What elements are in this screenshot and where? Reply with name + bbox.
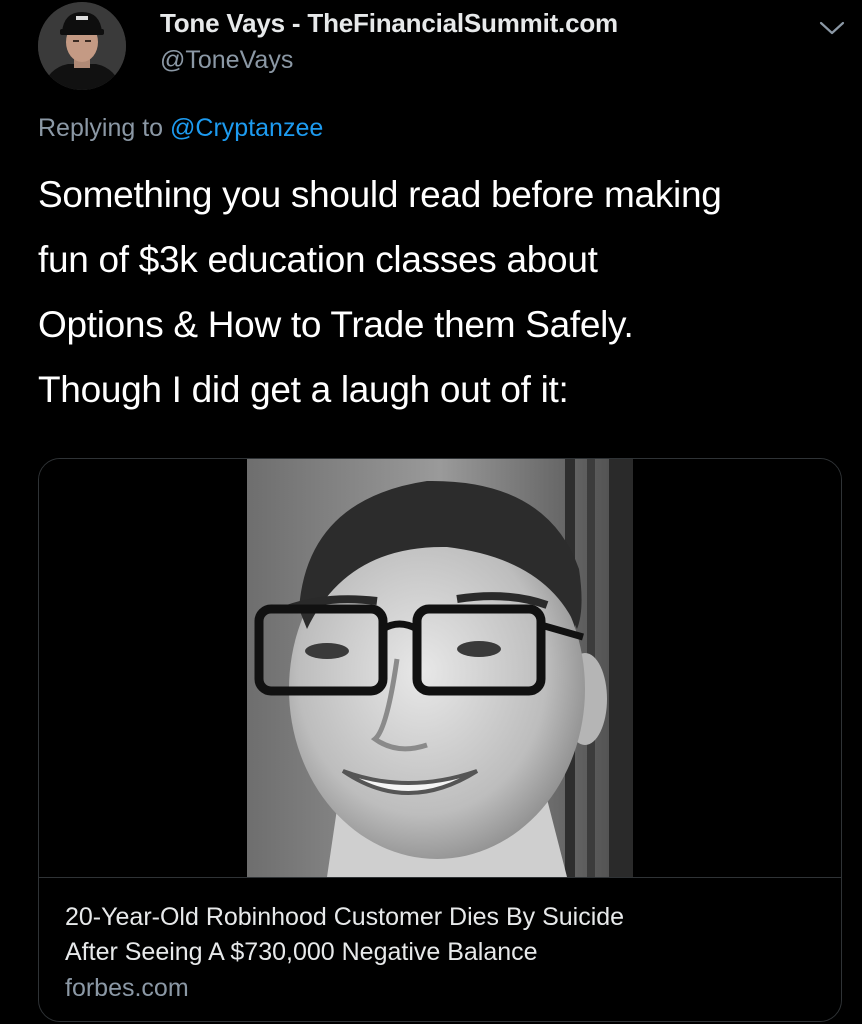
tweet-text-line: fun of $3k education classes about xyxy=(38,239,598,280)
replying-to: Replying to @Cryptanzee xyxy=(38,114,323,143)
card-title-line: After Seeing A $730,000 Negative Balance xyxy=(65,938,538,966)
tweet-text-line: Something you should read before making xyxy=(38,174,722,215)
card-title: 20-Year-Old Robinhood Customer Dies By S… xyxy=(65,900,825,970)
author-name[interactable]: Tone Vays - TheFinancialSummit.com xyxy=(160,8,618,39)
card-domain: forbes.com xyxy=(65,974,189,1002)
author-avatar[interactable] xyxy=(38,2,126,90)
chevron-down-icon xyxy=(819,21,845,35)
tweet[interactable]: Tone Vays - TheFinancialSummit.com @Tone… xyxy=(0,0,862,1024)
tweet-menu-button[interactable] xyxy=(818,18,846,38)
replying-mention-link[interactable]: @Cryptanzee xyxy=(170,114,323,142)
link-preview-card[interactable]: 20-Year-Old Robinhood Customer Dies By S… xyxy=(38,458,842,1022)
tweet-text-line: Though I did get a laugh out of it: xyxy=(38,369,569,410)
replying-prefix: Replying to xyxy=(38,114,171,142)
card-footer[interactable]: 20-Year-Old Robinhood Customer Dies By S… xyxy=(39,877,841,1021)
card-image-area[interactable] xyxy=(39,459,841,877)
tweet-text: Something you should read before making … xyxy=(38,162,858,422)
author-handle[interactable]: @ToneVays xyxy=(160,46,293,75)
avatar-photo-icon xyxy=(38,2,126,90)
tweet-text-line: Options & How to Trade them Safely. xyxy=(38,304,634,345)
card-title-line: 20-Year-Old Robinhood Customer Dies By S… xyxy=(65,903,625,931)
article-photo-icon xyxy=(247,459,633,877)
